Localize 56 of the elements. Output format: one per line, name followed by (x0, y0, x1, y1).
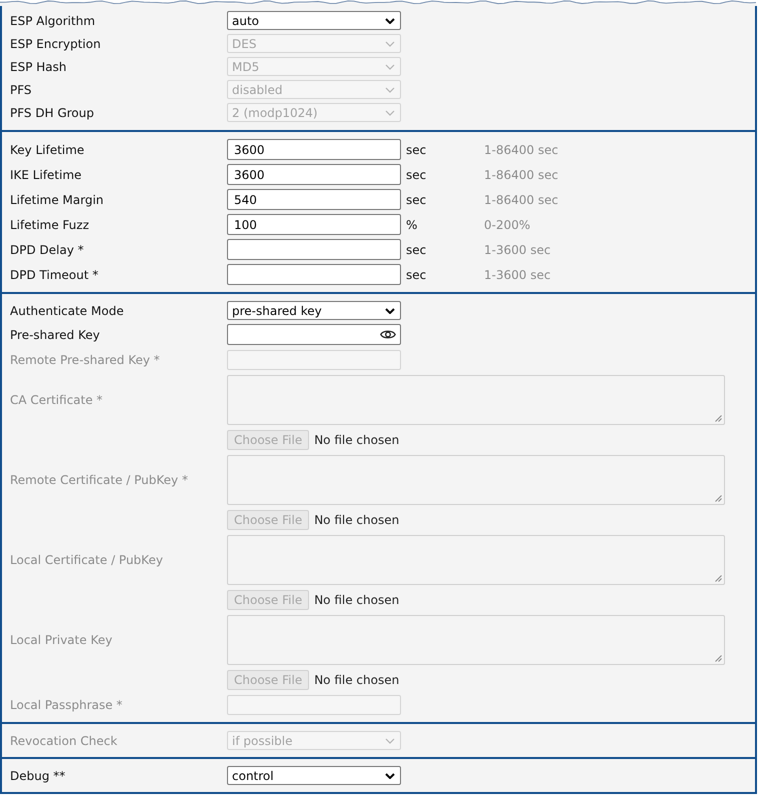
field-label: PFS DH Group (10, 106, 94, 120)
chevron-down-icon (385, 18, 395, 24)
field-label: Lifetime Fuzz (10, 218, 90, 232)
field-label: Key Lifetime (10, 142, 84, 156)
password-input[interactable] (227, 324, 401, 345)
unit-label: sec (405, 142, 426, 156)
range-hint: 1-86400 sec (483, 142, 558, 156)
field-label: CA Certificate * (10, 393, 103, 407)
range-hint: 1-86400 sec (483, 168, 558, 182)
field-label: Revocation Check (10, 734, 118, 748)
field-label: Lifetime Margin (10, 192, 104, 206)
field-label: Remote Certificate / PubKey * (10, 473, 188, 487)
field-label: Local Private Key (10, 633, 112, 647)
chevron-down-icon (385, 110, 395, 116)
file-status-text: No file chosen (314, 673, 400, 687)
field-label: DPD Delay * (10, 242, 84, 256)
chevron-down-icon (385, 40, 395, 46)
eye-icon[interactable] (380, 329, 396, 340)
range-hint: 1-86400 sec (483, 192, 558, 206)
text-input[interactable]: 100 (227, 214, 401, 235)
text-input[interactable]: 3600 (227, 164, 401, 185)
field-label: IKE Lifetime (10, 168, 82, 182)
field-label: ESP Encryption (10, 36, 101, 50)
unit-label: sec (405, 268, 426, 282)
chevron-down-icon (385, 86, 395, 92)
chevron-down-icon (385, 772, 395, 778)
dropdown-select[interactable]: auto (227, 11, 401, 30)
range-hint: 1-3600 sec (483, 268, 551, 282)
field-label: ESP Hash (10, 60, 66, 74)
text-input[interactable]: 3600 (227, 139, 401, 160)
field-label: Local Certificate / PubKey (10, 553, 163, 567)
chevron-down-icon (385, 308, 395, 314)
field-label: Pre-shared Key (10, 328, 100, 342)
range-hint: 0-200% (483, 218, 530, 232)
field-label: PFS (10, 82, 32, 96)
text-input[interactable]: 540 (227, 189, 401, 210)
chevron-down-icon (385, 738, 395, 744)
range-hint: 1-3600 sec (483, 242, 551, 256)
field-label: Debug ** (10, 768, 66, 782)
unit-label: % (405, 218, 418, 232)
file-status-text: No file chosen (314, 433, 400, 447)
file-status-text: No file chosen (314, 593, 400, 607)
text-input[interactable] (227, 264, 401, 285)
unit-label: sec (405, 192, 426, 206)
field-label: ESP Algorithm (10, 14, 96, 28)
field-label: DPD Timeout * (10, 268, 98, 282)
field-label: Remote Pre-shared Key * (10, 352, 160, 366)
dropdown-select[interactable]: control (227, 766, 401, 785)
text-input[interactable] (227, 239, 401, 260)
unit-label: sec (405, 168, 426, 182)
unit-label: sec (405, 242, 426, 256)
dropdown-select[interactable]: pre-shared key (227, 301, 401, 320)
field-label: Local Passphrase * (10, 698, 122, 712)
chevron-down-icon (385, 64, 395, 70)
file-status-text: No file chosen (314, 513, 400, 527)
field-label: Authenticate Mode (10, 304, 124, 318)
